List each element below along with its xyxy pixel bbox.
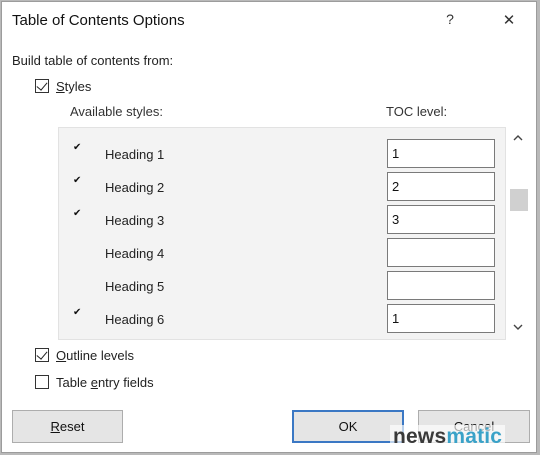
style-name: Heading 5 bbox=[105, 279, 165, 294]
outline-label-rest: utline levels bbox=[66, 348, 135, 363]
toc-level-input[interactable] bbox=[387, 139, 495, 168]
style-name: Heading 2 bbox=[105, 180, 165, 195]
reset-label-r: R bbox=[50, 419, 60, 434]
toc-level-input[interactable] bbox=[387, 271, 495, 300]
style-name: Heading 4 bbox=[105, 246, 165, 261]
style-name: Heading 1 bbox=[105, 147, 165, 162]
styles-scrollbar[interactable] bbox=[508, 127, 530, 340]
dialog-title: Table of Contents Options bbox=[12, 12, 185, 29]
checkmark-icon: ✔ bbox=[73, 142, 82, 153]
styles-label-s: S bbox=[56, 79, 65, 94]
build-from-label: Build table of contents from: bbox=[12, 53, 174, 68]
title-bar: Table of Contents Options ? ✕ bbox=[2, 2, 536, 42]
styles-label-rest: tyles bbox=[64, 79, 92, 94]
ok-button[interactable]: OK bbox=[292, 410, 404, 443]
outline-levels-checkbox[interactable] bbox=[35, 348, 49, 362]
styles-checkbox-label[interactable]: Styles bbox=[56, 79, 91, 94]
chevron-up-icon[interactable] bbox=[513, 133, 523, 143]
entry-label-e: e bbox=[90, 375, 98, 390]
reset-button[interactable]: Reset bbox=[12, 410, 123, 443]
available-styles-header: Available styles: bbox=[70, 104, 163, 119]
scroll-thumb[interactable] bbox=[510, 189, 528, 211]
styles-checkbox[interactable] bbox=[35, 79, 49, 93]
outline-label-o: O bbox=[56, 348, 67, 363]
toc-level-header: TOC level: bbox=[386, 104, 448, 119]
style-row[interactable]: ✔ Heading 1 bbox=[59, 137, 505, 170]
available-styles-list: ✔ Heading 1 ✔ Heading 2 ✔ Heading 3 Head… bbox=[58, 127, 506, 340]
style-row[interactable]: ✔ Heading 2 bbox=[59, 170, 505, 203]
newsmatic-watermark: newsmatic bbox=[390, 425, 506, 449]
help-button[interactable]: ? bbox=[442, 11, 458, 31]
checkmark-icon: ✔ bbox=[73, 307, 82, 318]
toc-level-input[interactable] bbox=[387, 304, 495, 333]
checkmark-icon: ✔ bbox=[73, 208, 82, 219]
toc-level-input[interactable] bbox=[387, 172, 495, 201]
checkmark-icon: ✔ bbox=[73, 175, 82, 186]
toc-options-dialog: Table of Contents Options ? ✕ Build tabl… bbox=[1, 1, 537, 453]
style-row[interactable]: Heading 4 bbox=[59, 236, 505, 269]
style-row[interactable]: ✔ Heading 3 bbox=[59, 203, 505, 236]
style-name: Heading 3 bbox=[105, 213, 165, 228]
close-button[interactable]: ✕ bbox=[499, 11, 519, 31]
toc-level-input[interactable] bbox=[387, 205, 495, 234]
table-entry-fields-label[interactable]: Table entry fields bbox=[56, 375, 154, 390]
table-entry-fields-checkbox[interactable] bbox=[35, 375, 49, 389]
style-row[interactable]: Heading 5 bbox=[59, 269, 505, 302]
watermark-news: news bbox=[393, 425, 447, 448]
reset-label-rest: eset bbox=[59, 419, 85, 434]
style-name: Heading 6 bbox=[105, 312, 165, 327]
outline-levels-label[interactable]: Outline levels bbox=[56, 348, 134, 363]
watermark-matic: matic bbox=[446, 425, 503, 448]
chevron-down-icon[interactable] bbox=[513, 322, 523, 332]
style-row[interactable]: ✔ Heading 6 bbox=[59, 302, 505, 335]
toc-level-input[interactable] bbox=[387, 238, 495, 267]
